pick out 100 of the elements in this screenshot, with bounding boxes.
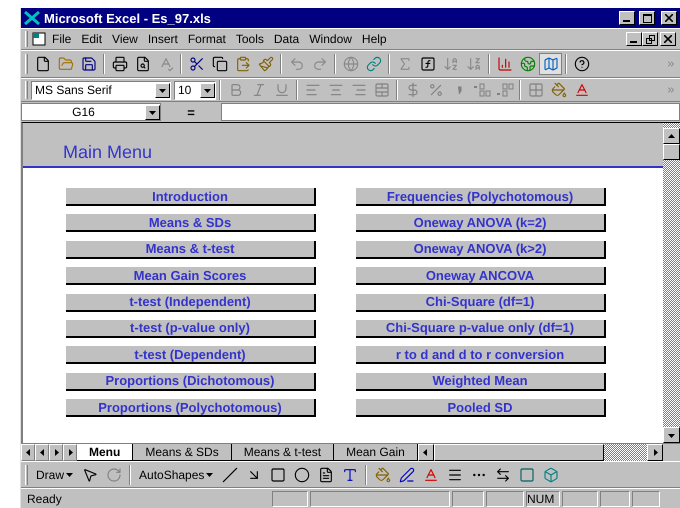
scroll-left-icon[interactable]: [422, 449, 430, 456]
status-text: Ready: [26, 492, 63, 506]
print-preview-icon[interactable]: [134, 56, 150, 72]
font-color-icon[interactable]: [574, 82, 590, 98]
font-name-field[interactable]: MS Sans Serif: [31, 80, 171, 100]
excel-logo-icon: [24, 11, 40, 25]
chart-icon[interactable]: [496, 56, 512, 72]
3d-icon[interactable]: [542, 466, 559, 482]
cell-reference: G16: [71, 105, 96, 119]
macro-button[interactable]: r to d and d to r conversion: [356, 346, 606, 364]
autoshapes-menu-button[interactable]: AutoShapes: [135, 468, 218, 482]
fill-color-icon[interactable]: [550, 82, 566, 98]
macro-button[interactable]: Oneway ANOVA (k>2): [356, 240, 606, 259]
scrollbar-thumb[interactable]: [663, 144, 680, 160]
maximize-icon: [642, 14, 652, 22]
scrollbar-thumb[interactable]: [434, 444, 604, 461]
menu-item[interactable]: Insert: [142, 30, 183, 48]
status-panel: [486, 490, 524, 506]
rectangle-icon[interactable]: [270, 466, 286, 482]
sheet-tab[interactable]: Mean Gain: [334, 444, 418, 461]
select-pointer-icon[interactable]: [82, 466, 98, 482]
macro-button[interactable]: Introduction: [66, 188, 316, 206]
hyperlink-icon[interactable]: [366, 56, 382, 72]
maximize-button[interactable]: [639, 11, 655, 25]
menu-item[interactable]: Window: [304, 30, 357, 48]
print-icon[interactable]: [112, 56, 128, 72]
font-color-icon[interactable]: [422, 466, 439, 482]
dropdown-arrow-icon[interactable]: [204, 86, 211, 94]
minimize-button[interactable]: [619, 11, 635, 25]
shadow-icon[interactable]: [518, 466, 535, 482]
format-painter-icon[interactable]: [258, 56, 274, 72]
menu-item[interactable]: Format: [182, 30, 231, 48]
num-lock-indicator: NUM: [526, 490, 560, 506]
dropdown-arrow-icon[interactable]: [206, 471, 214, 478]
menu-item[interactable]: Edit: [76, 30, 108, 48]
macro-button[interactable]: Pooled SD: [356, 399, 606, 418]
save-icon[interactable]: [80, 56, 96, 72]
macro-button[interactable]: Proportions (Polychotomous): [66, 399, 316, 418]
oval-icon[interactable]: [294, 466, 310, 482]
menu-item[interactable]: View: [107, 30, 143, 48]
line-icon[interactable]: [222, 466, 238, 482]
horizontal-scrollbar[interactable]: [418, 444, 663, 461]
text-box-icon[interactable]: [318, 466, 334, 482]
sheet-tab[interactable]: Means & t-test: [232, 444, 334, 461]
menu-item[interactable]: Help: [356, 30, 392, 48]
name-box[interactable]: G16: [21, 103, 161, 121]
close-button[interactable]: [661, 11, 677, 25]
macro-button[interactable]: Proportions (Dichotomous): [66, 372, 316, 391]
macro-button[interactable]: Oneway ANOVA (k=2): [356, 214, 606, 232]
formula-field[interactable]: [221, 103, 680, 121]
status-panel: [272, 490, 308, 506]
close-button[interactable]: [660, 32, 676, 46]
help-icon[interactable]: [574, 56, 590, 72]
scroll-up-icon[interactable]: [668, 132, 675, 140]
sheet-tab[interactable]: Means & SDs: [133, 444, 232, 461]
sheet-tab[interactable]: Menu: [77, 444, 134, 461]
dropdown-arrow-icon[interactable]: [66, 471, 74, 478]
close-icon: [664, 35, 672, 43]
wordart-icon[interactable]: [342, 466, 358, 482]
minimize-button[interactable]: [626, 32, 642, 46]
macro-button[interactable]: Oneway ANCOVA: [356, 267, 606, 286]
dropdown-arrow-icon[interactable]: [149, 108, 156, 116]
status-panel: [562, 490, 598, 506]
tab-scroll-button[interactable]: [63, 444, 77, 461]
close-icon: [665, 14, 673, 22]
copy-icon[interactable]: [212, 56, 228, 72]
font-size-field[interactable]: 10: [174, 80, 216, 100]
macro-button[interactable]: Weighted Mean: [356, 372, 606, 391]
window-title: Microsoft Excel - Es_97.xls: [44, 10, 212, 26]
restore-button[interactable]: [642, 32, 658, 46]
paste-icon[interactable]: [234, 56, 250, 72]
tab-scroll-button[interactable]: [49, 444, 63, 461]
scroll-right-icon[interactable]: [652, 449, 658, 456]
edit-formula-button[interactable]: =: [161, 104, 221, 120]
macro-button[interactable]: Mean Gain Scores: [66, 267, 316, 286]
macro-button[interactable]: Means & SDs: [66, 214, 316, 232]
arrow-style-icon[interactable]: [494, 466, 511, 482]
macro-button[interactable]: Chi-Square (df=1): [356, 294, 606, 312]
cut-icon[interactable]: [188, 56, 204, 72]
scroll-down-icon[interactable]: [668, 432, 675, 438]
draw-menu-button[interactable]: Draw: [32, 468, 78, 482]
menu-item[interactable]: File: [47, 30, 76, 48]
tab-scroll-button[interactable]: [35, 444, 49, 461]
workbook-icon[interactable]: [31, 31, 47, 47]
macro-button[interactable]: t-test (Independent): [66, 294, 316, 312]
menu-item[interactable]: Tools: [230, 30, 269, 48]
fill-color-icon[interactable]: [374, 466, 391, 482]
dropdown-arrow-icon[interactable]: [159, 86, 166, 94]
macro-button[interactable]: Chi-Square p-value only (df=1): [356, 320, 606, 338]
function-icon[interactable]: [420, 56, 436, 72]
macro-button[interactable]: Frequencies (Polychotomous): [356, 188, 606, 206]
tab-scroll-button[interactable]: [21, 444, 35, 461]
line-color-icon[interactable]: [398, 466, 415, 482]
new-file-icon[interactable]: [34, 56, 50, 72]
vertical-scrollbar[interactable]: [663, 123, 680, 443]
status-panel: [600, 490, 630, 506]
macro-button[interactable]: t-test (p-value only): [66, 320, 316, 338]
macro-button[interactable]: t-test (Dependent): [66, 346, 316, 364]
menu-item[interactable]: Data: [268, 30, 304, 48]
macro-button[interactable]: Means & t-test: [66, 240, 316, 259]
